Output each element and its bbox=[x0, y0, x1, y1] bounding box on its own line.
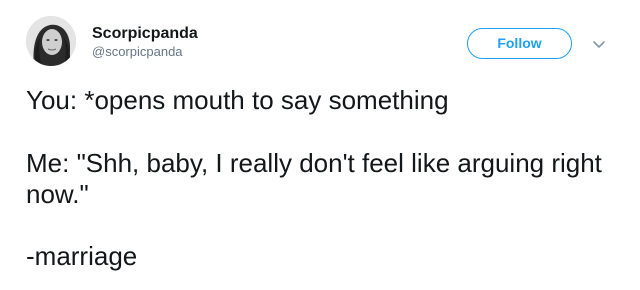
author-avatar[interactable] bbox=[26, 16, 76, 66]
follow-button[interactable]: Follow bbox=[467, 28, 572, 59]
tweet-text-line: Me: "Shh, baby, I really don't feel like… bbox=[26, 148, 602, 209]
tweet-card: Scorpicpanda @scorpicpanda Follow You: *… bbox=[0, 0, 640, 290]
tweet-text-line: You: *opens mouth to say something bbox=[26, 85, 449, 115]
user-avatar-photo-icon bbox=[26, 16, 76, 66]
author-handle[interactable]: @scorpicpanda bbox=[92, 44, 183, 60]
tweet-text: You: *opens mouth to say something Me: "… bbox=[26, 85, 626, 272]
chevron-down-icon[interactable] bbox=[590, 35, 608, 53]
tweet-text-line: -marriage bbox=[26, 241, 138, 271]
author-display-name[interactable]: Scorpicpanda bbox=[92, 24, 198, 44]
